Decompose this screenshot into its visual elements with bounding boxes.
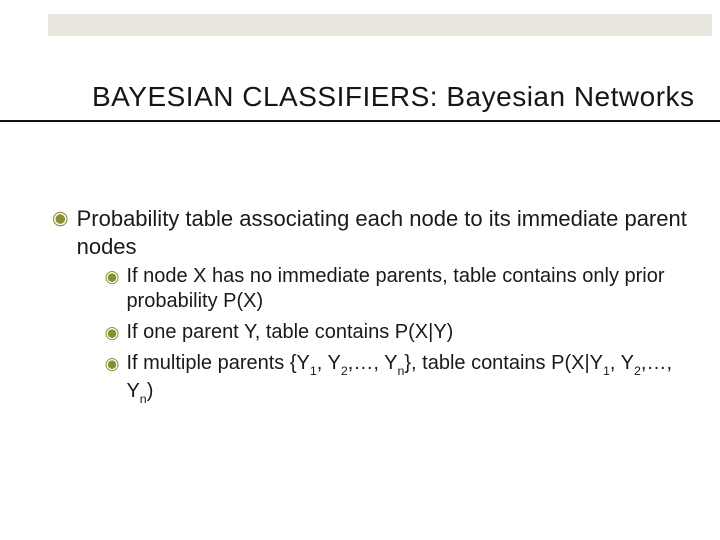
bullet-text: If one parent Y, table contains P(X|Y) bbox=[126, 320, 690, 345]
subscript-text: n bbox=[140, 392, 147, 406]
content-area: ◉ Probability table associating each nod… bbox=[52, 205, 690, 426]
text-run: }, table contains P(X|Y bbox=[404, 352, 603, 374]
title-block: BAYESIAN CLASSIFIERS: Bayesian Networks bbox=[0, 80, 720, 122]
subscript-text: 1 bbox=[603, 364, 610, 378]
bullet-marker-icon: ◉ bbox=[52, 207, 69, 231]
text-run: ,…, Y bbox=[348, 352, 398, 374]
text-run: ) bbox=[147, 380, 154, 402]
text-run: , Y bbox=[317, 352, 341, 374]
decorative-top-band bbox=[48, 14, 712, 36]
bullet-level2: ◉ If multiple parents {Y1, Y2,…, Yn}, ta… bbox=[105, 351, 690, 406]
title-underline bbox=[0, 120, 720, 122]
text-run: If multiple parents {Y bbox=[126, 352, 309, 374]
slide-title: BAYESIAN CLASSIFIERS: Bayesian Networks bbox=[0, 80, 720, 114]
bullet-marker-icon: ◉ bbox=[105, 353, 120, 374]
subscript-text: n bbox=[397, 364, 404, 378]
bullet-marker-icon: ◉ bbox=[105, 322, 120, 343]
subscript-text: 2 bbox=[634, 364, 641, 378]
bullet-level2: ◉ If node X has no immediate parents, ta… bbox=[105, 264, 690, 314]
subscript-text: 1 bbox=[310, 364, 317, 378]
bullet-text-rich: If multiple parents {Y1, Y2,…, Yn}, tabl… bbox=[126, 351, 690, 406]
sublist: ◉ If node X has no immediate parents, ta… bbox=[105, 264, 690, 406]
bullet-level2: ◉ If one parent Y, table contains P(X|Y) bbox=[105, 320, 690, 345]
bullet-text: If node X has no immediate parents, tabl… bbox=[126, 264, 690, 314]
subscript-text: 2 bbox=[341, 364, 348, 378]
bullet-marker-icon: ◉ bbox=[105, 266, 120, 287]
slide: BAYESIAN CLASSIFIERS: Bayesian Networks … bbox=[0, 0, 720, 540]
bullet-text: Probability table associating each node … bbox=[77, 205, 690, 412]
bullet-text-span: Probability table associating each node … bbox=[77, 206, 687, 259]
text-run: , Y bbox=[610, 352, 634, 374]
bullet-level1: ◉ Probability table associating each nod… bbox=[52, 205, 690, 412]
